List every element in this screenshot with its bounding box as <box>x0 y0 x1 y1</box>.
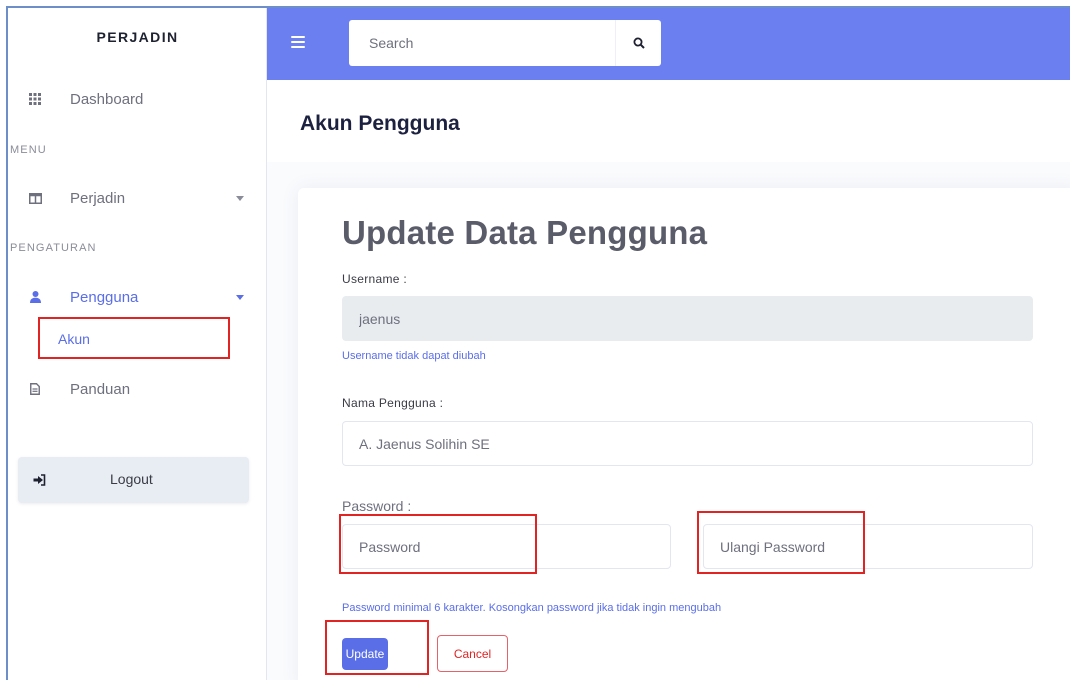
chevron-down-icon <box>236 295 244 300</box>
username-label: Username : <box>342 272 408 286</box>
app-window: PERJADIN Dashboard MENU Perjadin PENGATU… <box>6 6 1070 680</box>
chevron-down-icon <box>236 196 244 201</box>
sidebar-item-pengguna[interactable]: Pengguna <box>8 279 267 315</box>
sidebar-subitem-akun[interactable]: Akun <box>38 317 230 359</box>
update-button[interactable]: Update <box>342 638 388 670</box>
username-hint: Username tidak dapat diubah <box>342 350 486 362</box>
brand-logo[interactable]: PERJADIN <box>8 8 267 68</box>
columns-icon <box>28 191 42 205</box>
brand-text: PERJADIN <box>96 29 179 45</box>
search-bar <box>349 20 661 66</box>
sidebar-item-label: Dashboard <box>70 90 144 108</box>
sign-out-icon <box>32 473 46 491</box>
sidebar-heading-settings: PENGATURAN <box>10 242 97 254</box>
sidebar-item-perjadin[interactable]: Perjadin <box>8 180 267 216</box>
topbar <box>267 8 1070 80</box>
form-title: Update Data Pengguna <box>342 214 708 251</box>
password-label: Password : <box>342 498 412 514</box>
update-user-card: Update Data Pengguna Username : Username… <box>298 188 1070 680</box>
sidebar-heading-menu: MENU <box>10 144 47 156</box>
repeat-password-field[interactable] <box>703 524 1033 569</box>
logout-button[interactable]: Logout <box>18 457 249 503</box>
password-hint: Password minimal 6 karakter. Kosongkan p… <box>342 602 722 614</box>
password-field[interactable] <box>342 524 671 569</box>
search-icon <box>633 37 645 49</box>
cancel-button[interactable]: Cancel <box>437 635 508 672</box>
sidebar-item-dashboard[interactable]: Dashboard <box>8 81 267 117</box>
hamburger-icon[interactable] <box>291 36 305 48</box>
page-title: Akun Pengguna <box>300 112 460 135</box>
logout-label: Logout <box>110 471 153 487</box>
page-header: Akun Pengguna <box>267 80 1070 162</box>
sidebar-item-panduan[interactable]: Panduan <box>8 371 267 407</box>
sidebar-item-label: Panduan <box>70 380 131 398</box>
file-icon <box>28 382 42 396</box>
user-icon <box>28 290 42 304</box>
sidebar: PERJADIN Dashboard MENU Perjadin PENGATU… <box>8 8 267 680</box>
name-label: Nama Pengguna : <box>342 396 444 410</box>
sidebar-item-label: Perjadin <box>70 189 126 207</box>
name-field[interactable] <box>342 421 1033 466</box>
grid-icon <box>28 92 42 106</box>
sidebar-subitem-label: Akun <box>58 331 90 347</box>
search-input[interactable] <box>349 20 615 66</box>
sidebar-item-label: Pengguna <box>70 288 139 306</box>
username-field <box>342 296 1033 341</box>
search-button[interactable] <box>615 20 661 66</box>
